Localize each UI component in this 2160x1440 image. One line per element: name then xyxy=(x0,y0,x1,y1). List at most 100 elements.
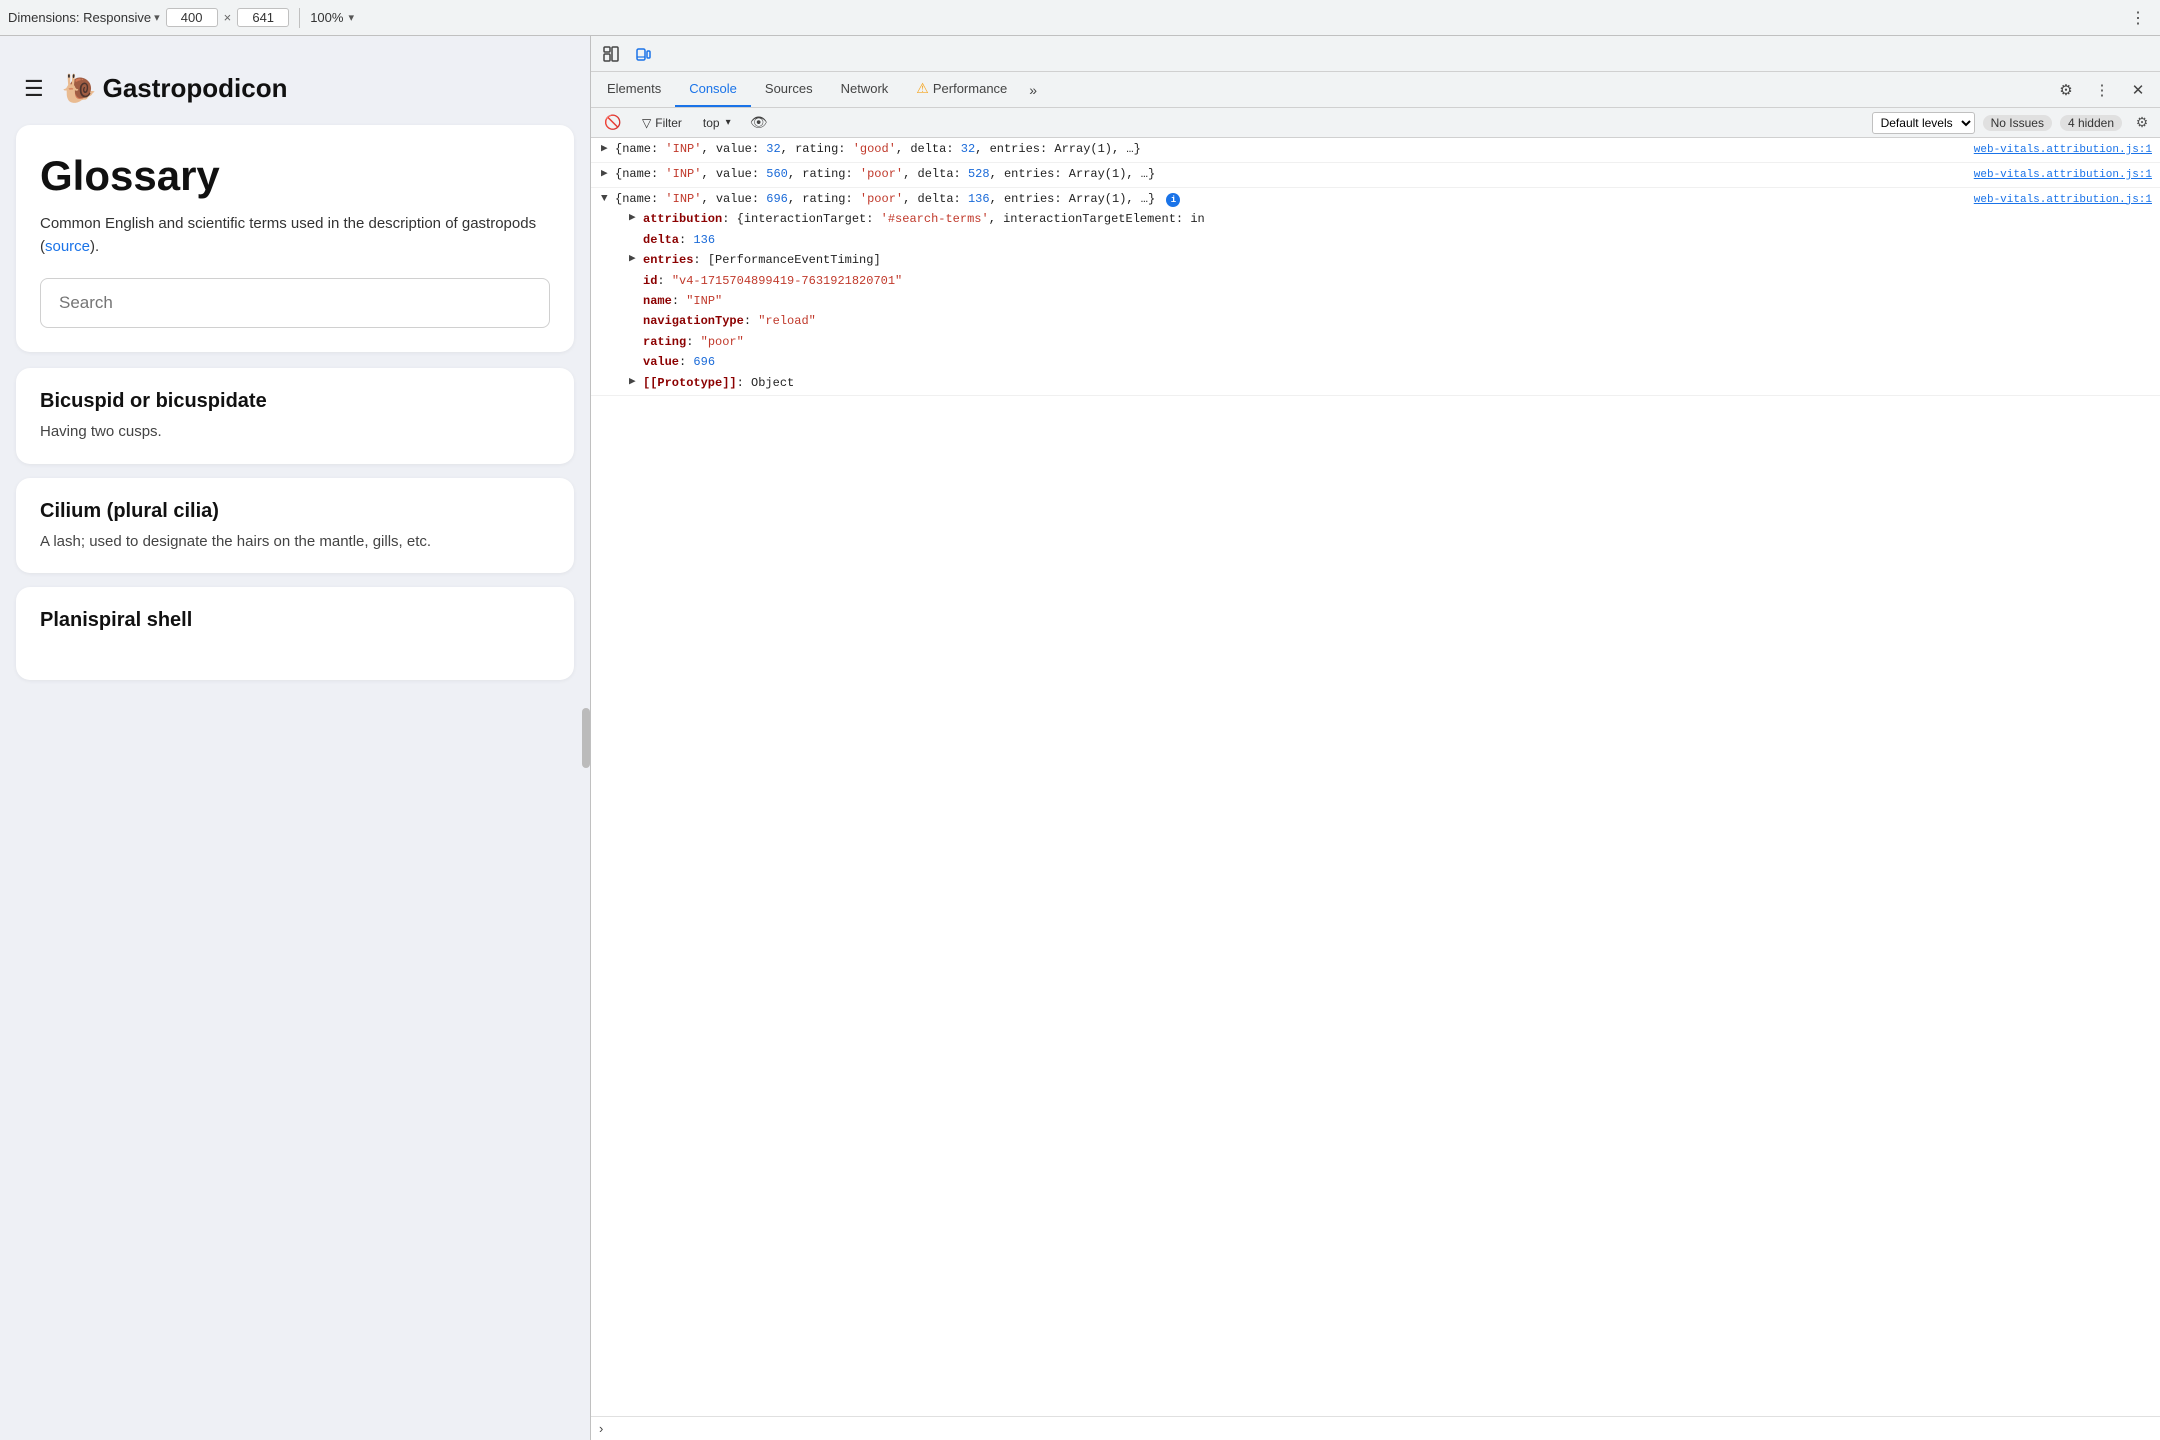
glossary-description: Common English and scientific terms used… xyxy=(40,213,550,258)
dimensions-label: Dimensions: Responsive xyxy=(8,10,151,25)
attribution-arrow[interactable]: ▶ xyxy=(625,209,643,229)
prototype-content: [[Prototype]]: Object xyxy=(643,373,794,393)
dimensions-dropdown[interactable]: Dimensions: Responsive ▾ xyxy=(8,10,160,25)
child-rating: rating: "poor" xyxy=(625,332,2160,352)
child-prototype: ▶ [[Prototype]]: Object xyxy=(625,373,2160,393)
term-card-bicuspid: Bicuspid or bicuspidate Having two cusps… xyxy=(16,368,574,464)
inspect-element-button[interactable] xyxy=(595,38,627,70)
term-card-planispiral: Planispiral shell xyxy=(16,587,574,680)
entry-3-children: ▶ attribution: {interactionTarget: '#sea… xyxy=(597,209,2160,393)
filter-label: Filter xyxy=(655,116,682,130)
device-toggle-button[interactable] xyxy=(627,38,659,70)
console-toolbar: 🚫 ▽ Filter top ▾ 👁 Default levels No Iss… xyxy=(591,108,2160,138)
devtools-settings-button[interactable]: ⚙ xyxy=(2050,74,2082,106)
term-title-bicuspid: Bicuspid or bicuspidate xyxy=(40,390,550,413)
site-header: ☰ 🐌 Gastropodicon xyxy=(16,52,574,125)
console-settings-button[interactable]: ⚙ xyxy=(2130,111,2154,135)
entry-2-content: {name: 'INP', value: 560, rating: 'poor'… xyxy=(615,165,2160,185)
height-input[interactable]: 641 xyxy=(237,8,289,27)
main-split: ☰ 🐌 Gastropodicon Glossary Common Englis… xyxy=(0,36,2160,1440)
context-chevron: ▾ xyxy=(726,117,731,128)
log-levels-select[interactable]: Default levels xyxy=(1872,112,1975,134)
child-value: value: 696 xyxy=(625,352,2160,372)
entry-1-source[interactable]: web-vitals.attribution.js:1 xyxy=(1974,142,2160,160)
entries-arrow[interactable]: ▶ xyxy=(625,250,643,270)
entries-content: entries: [PerformanceEventTiming] xyxy=(643,250,881,270)
term-title-planispiral: Planispiral shell xyxy=(40,609,550,632)
webpage-panel: ☰ 🐌 Gastropodicon Glossary Common Englis… xyxy=(0,36,590,1440)
devtools-more-button[interactable]: ⋮ xyxy=(2086,74,2118,106)
tab-sources[interactable]: Sources xyxy=(751,72,827,107)
entry-1-arrow[interactable]: ▶ xyxy=(597,140,615,160)
term-title-cilium: Cilium (plural cilia) xyxy=(40,500,550,523)
entry-2-source[interactable]: web-vitals.attribution.js:1 xyxy=(1974,167,2160,185)
console-toolbar-right: Default levels No Issues 4 hidden ⚙ xyxy=(1872,111,2154,135)
console-entry-2: ▶ {name: 'INP', value: 560, rating: 'poo… xyxy=(591,163,2160,188)
site-logo: 🐌 Gastropodicon xyxy=(62,72,288,105)
toolbar-divider xyxy=(299,8,300,28)
console-input[interactable] xyxy=(609,1422,2152,1436)
hidden-count-badge: 4 hidden xyxy=(2060,115,2122,131)
dimension-cross: × xyxy=(224,10,232,25)
top-label: top xyxy=(703,116,720,130)
devtools-close-button[interactable]: ✕ xyxy=(2122,74,2154,106)
child-delta: delta: 136 xyxy=(625,230,2160,250)
hamburger-menu-icon[interactable]: ☰ xyxy=(24,76,44,102)
browser-toolbar: Dimensions: Responsive ▾ 400 × 641 100% … xyxy=(0,0,2160,36)
console-entry-3: ▼ {name: 'INP', value: 696, rating: 'poo… xyxy=(591,188,2160,396)
responsive-controls: Dimensions: Responsive ▾ 400 × 641 100% … xyxy=(8,8,354,28)
search-input[interactable] xyxy=(40,278,550,328)
zoom-dropdown[interactable]: 100% ▾ xyxy=(310,10,354,25)
warning-icon: ⚠ xyxy=(916,80,929,97)
source-link[interactable]: source xyxy=(45,238,90,255)
no-issues-badge: No Issues xyxy=(1983,115,2052,131)
width-input[interactable]: 400 xyxy=(166,8,218,27)
dimensions-chevron: ▾ xyxy=(154,11,160,24)
webpage-content: ☰ 🐌 Gastropodicon Glossary Common Englis… xyxy=(0,36,590,1440)
console-prompt-icon: › xyxy=(599,1421,609,1436)
info-icon: i xyxy=(1166,193,1180,207)
entry-1-text: {name: 'INP', value: 32, rating: 'good',… xyxy=(615,140,1141,159)
tab-elements[interactable]: Elements xyxy=(593,72,675,107)
tab-performance[interactable]: ⚠ Performance xyxy=(902,72,1021,107)
tab-network[interactable]: Network xyxy=(827,72,903,107)
entry-2-text: {name: 'INP', value: 560, rating: 'poor'… xyxy=(615,165,1155,184)
entry-3-arrow[interactable]: ▼ xyxy=(597,190,615,210)
console-filter-button[interactable]: ▽ Filter xyxy=(633,111,691,135)
filter-icon: ▽ xyxy=(642,116,651,130)
entry-3-line: {name: 'INP', value: 696, rating: 'poor'… xyxy=(615,190,2160,210)
more-tabs-button[interactable]: » xyxy=(1021,72,1045,107)
devtools-panel: Elements Console Sources Network ⚠ Perfo… xyxy=(590,36,2160,1440)
prototype-arrow[interactable]: ▶ xyxy=(625,373,643,393)
snail-icon: 🐌 xyxy=(62,72,97,105)
search-wrapper xyxy=(40,278,550,328)
more-options-button[interactable]: ⋮ xyxy=(2124,4,2152,32)
child-navigation-type: navigationType: "reload" xyxy=(625,311,2160,331)
entry-2-line: {name: 'INP', value: 560, rating: 'poor'… xyxy=(615,165,2160,185)
console-input-row: › xyxy=(591,1416,2160,1440)
child-id: id: "v4-1715704899419-7631921820701" xyxy=(625,271,2160,291)
top-context-selector[interactable]: top ▾ xyxy=(695,111,739,135)
term-desc-bicuspid: Having two cusps. xyxy=(40,421,550,444)
entry-1-line: {name: 'INP', value: 32, rating: 'good',… xyxy=(615,140,2160,160)
entry-3-source[interactable]: web-vitals.attribution.js:1 xyxy=(1974,192,2160,210)
scroll-drag-handle[interactable] xyxy=(582,708,590,768)
zoom-chevron: ▾ xyxy=(348,11,354,24)
clear-console-button[interactable]: 🚫 xyxy=(597,107,629,139)
glossary-title: Glossary xyxy=(40,153,550,199)
attribution-content: attribution: {interactionTarget: '#searc… xyxy=(643,209,1205,229)
tab-console[interactable]: Console xyxy=(675,72,751,107)
zoom-label: 100% xyxy=(310,10,343,25)
child-name: name: "INP" xyxy=(625,291,2160,311)
entry-1-content: {name: 'INP', value: 32, rating: 'good',… xyxy=(615,140,2160,160)
glossary-card: Glossary Common English and scientific t… xyxy=(16,125,574,352)
console-entry-1: ▶ {name: 'INP', value: 32, rating: 'good… xyxy=(591,138,2160,163)
entry-2-arrow[interactable]: ▶ xyxy=(597,165,615,185)
term-desc-cilium: A lash; used to designate the hairs on t… xyxy=(40,531,550,554)
child-attribution: ▶ attribution: {interactionTarget: '#sea… xyxy=(625,209,2160,229)
eye-button[interactable]: 👁 xyxy=(743,107,775,139)
site-logo-text: Gastropodicon xyxy=(103,73,288,104)
entry-3-text: {name: 'INP', value: 696, rating: 'poor'… xyxy=(615,190,1180,209)
devtools-tab-actions: ⚙ ⋮ ✕ xyxy=(2050,72,2158,107)
child-entries: ▶ entries: [PerformanceEventTiming] xyxy=(625,250,2160,270)
